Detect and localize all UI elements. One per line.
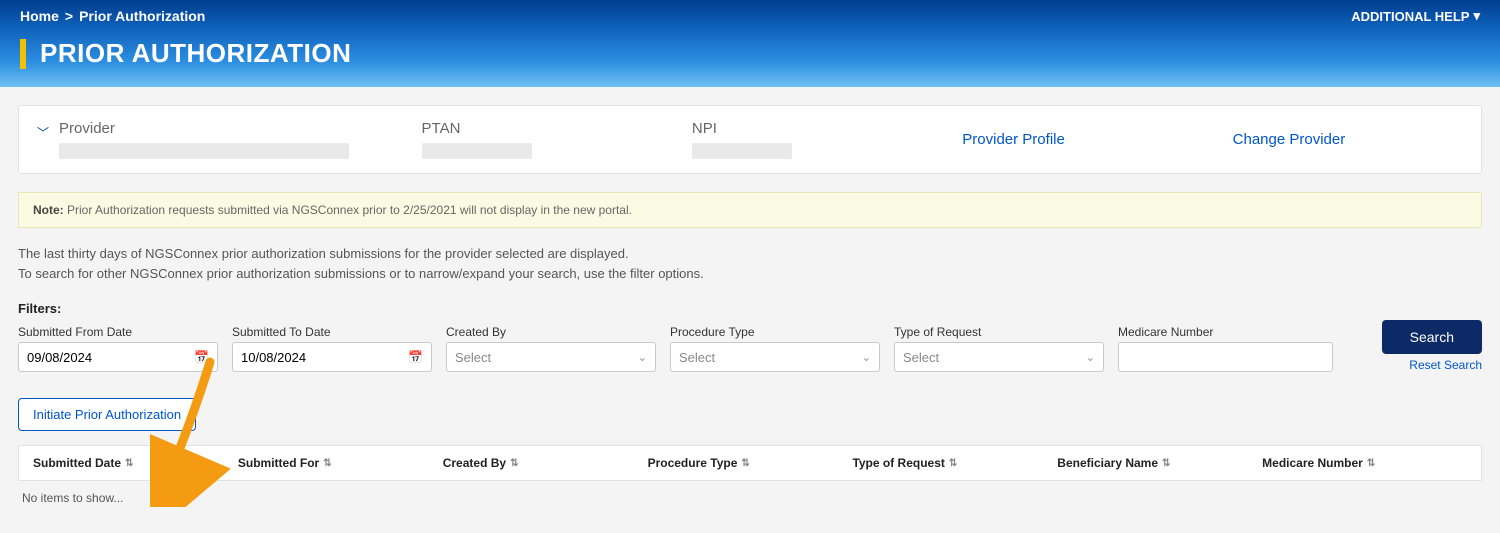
npi-label: NPI	[692, 120, 922, 137]
filter-medicare-number: Medicare Number	[1118, 325, 1333, 372]
chevron-down-icon[interactable]: ﹀	[37, 124, 49, 141]
col-procedure-type[interactable]: Procedure Type ⇅	[648, 456, 853, 470]
sort-icon: ⇅	[1162, 458, 1170, 469]
col-type-of-request-label: Type of Request	[852, 456, 944, 470]
search-button[interactable]: Search	[1382, 320, 1482, 354]
created-by-select[interactable]: Select ⌄	[446, 342, 656, 372]
col-submitted-date-label: Submitted Date	[33, 456, 121, 470]
col-created-by-label: Created By	[443, 456, 506, 470]
sort-icon: ⇅	[949, 458, 957, 469]
breadcrumb-home[interactable]: Home	[20, 8, 59, 24]
provider-name-value	[59, 143, 349, 159]
npi-value	[692, 143, 792, 159]
no-items-message: No items to show...	[18, 481, 1482, 515]
filters-heading: Filters:	[18, 301, 1482, 316]
additional-help-menu[interactable]: ADDITIONAL HELP ▾	[1351, 8, 1480, 24]
col-type-of-request[interactable]: Type of Request ⇅	[852, 456, 1057, 470]
chevron-down-icon: ⌄	[862, 351, 871, 364]
breadcrumb: Home > Prior Authorization	[20, 8, 1480, 24]
to-date-label: Submitted To Date	[232, 325, 432, 339]
note-banner: Note: Prior Authorization requests submi…	[18, 192, 1482, 228]
medicare-number-input[interactable]	[1118, 342, 1333, 372]
ptan-value	[422, 143, 532, 159]
procedure-type-value: Select	[679, 350, 715, 365]
procedure-type-select[interactable]: Select ⌄	[670, 342, 880, 372]
calendar-icon[interactable]: 📅	[194, 350, 209, 364]
filter-from-date: Submitted From Date 📅	[18, 325, 218, 372]
provider-name-column: Provider	[59, 120, 382, 159]
breadcrumb-separator-icon: >	[65, 8, 73, 24]
page-title: PRIOR AUTHORIZATION	[40, 38, 351, 69]
additional-help-label: ADDITIONAL HELP	[1351, 9, 1469, 24]
description-text: The last thirty days of NGSConnex prior …	[18, 244, 1482, 283]
filter-created-by: Created By Select ⌄	[446, 325, 656, 372]
col-procedure-type-label: Procedure Type	[648, 456, 738, 470]
initiate-prior-authorization-button[interactable]: Initiate Prior Authorization	[18, 398, 196, 431]
provider-label: Provider	[59, 120, 382, 137]
to-date-field[interactable]	[241, 350, 404, 365]
col-submitted-date[interactable]: Submitted Date ⇅	[33, 456, 238, 470]
from-date-field[interactable]	[27, 350, 190, 365]
reset-search-link[interactable]: Reset Search	[1409, 358, 1482, 372]
page-title-row: PRIOR AUTHORIZATION	[20, 38, 1480, 69]
col-medicare-number[interactable]: Medicare Number ⇅	[1262, 456, 1467, 470]
type-of-request-label: Type of Request	[894, 325, 1104, 339]
filter-to-date: Submitted To Date 📅	[232, 325, 432, 372]
ptan-column: PTAN	[422, 120, 652, 159]
procedure-type-label: Procedure Type	[670, 325, 880, 339]
note-text: Prior Authorization requests submitted v…	[64, 203, 632, 217]
filter-procedure-type: Procedure Type Select ⌄	[670, 325, 880, 372]
chevron-down-icon: ⌄	[1086, 351, 1095, 364]
sort-icon: ⇅	[125, 458, 133, 469]
calendar-icon[interactable]: 📅	[408, 350, 423, 364]
medicare-number-label: Medicare Number	[1118, 325, 1333, 339]
col-medicare-number-label: Medicare Number	[1262, 456, 1363, 470]
npi-column: NPI	[692, 120, 922, 159]
content-region: ﹀ Provider PTAN NPI Provider Profile Cha…	[0, 87, 1500, 533]
created-by-label: Created By	[446, 325, 656, 339]
sort-icon: ⇅	[741, 458, 749, 469]
col-beneficiary-name-label: Beneficiary Name	[1057, 456, 1158, 470]
to-date-input[interactable]: 📅	[232, 342, 432, 372]
filter-type-of-request: Type of Request Select ⌄	[894, 325, 1104, 372]
created-by-value: Select	[455, 350, 491, 365]
col-submitted-for-label: Submitted For	[238, 456, 319, 470]
sort-icon: ⇅	[510, 458, 518, 469]
filters-block: Filters: Submitted From Date 📅 Submitted…	[18, 301, 1482, 372]
chevron-down-icon: ⌄	[638, 351, 647, 364]
sort-icon: ⇅	[1367, 458, 1375, 469]
from-date-label: Submitted From Date	[18, 325, 218, 339]
ptan-label: PTAN	[422, 120, 652, 137]
description-line2: To search for other NGSConnex prior auth…	[18, 264, 1482, 284]
header-region: Home > Prior Authorization ADDITIONAL HE…	[0, 0, 1500, 87]
medicare-number-field[interactable]	[1127, 350, 1324, 365]
type-of-request-select[interactable]: Select ⌄	[894, 342, 1104, 372]
change-provider-link[interactable]: Change Provider	[1233, 131, 1463, 148]
col-submitted-for[interactable]: Submitted For ⇅	[238, 456, 443, 470]
table-header-row: Submitted Date ⇅ Submitted For ⇅ Created…	[18, 445, 1482, 481]
caret-down-icon: ▾	[1473, 8, 1480, 24]
col-beneficiary-name[interactable]: Beneficiary Name ⇅	[1057, 456, 1262, 470]
breadcrumb-current: Prior Authorization	[79, 8, 205, 24]
results-table: Submitted Date ⇅ Submitted For ⇅ Created…	[18, 445, 1482, 515]
provider-panel: ﹀ Provider PTAN NPI Provider Profile Cha…	[18, 105, 1482, 174]
description-line1: The last thirty days of NGSConnex prior …	[18, 244, 1482, 264]
col-created-by[interactable]: Created By ⇅	[443, 456, 648, 470]
title-accent-bar	[20, 39, 26, 69]
type-of-request-value: Select	[903, 350, 939, 365]
sort-icon: ⇅	[323, 458, 331, 469]
provider-profile-link[interactable]: Provider Profile	[962, 131, 1192, 148]
from-date-input[interactable]: 📅	[18, 342, 218, 372]
note-prefix: Note:	[33, 203, 64, 217]
